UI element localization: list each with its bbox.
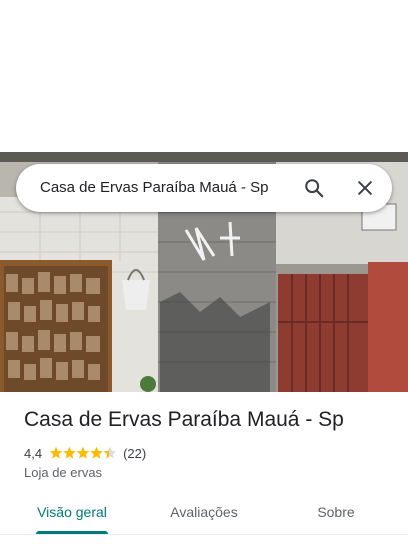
rating-value: 4,4: [24, 445, 43, 461]
rating-stars: [49, 446, 117, 460]
star-icon: [49, 446, 63, 459]
tabs-divider: [0, 534, 408, 535]
rating-row[interactable]: 4,4 (22): [24, 444, 146, 462]
star-icon: [63, 446, 76, 459]
place-tabs: Visão geral Avaliações Sobre: [0, 498, 408, 532]
review-count[interactable]: (22): [123, 446, 146, 461]
place-title: Casa de Ervas Paraíba Mauá - Sp: [24, 408, 344, 431]
search-bar[interactable]: Casa de Ervas Paraíba Mauá - Sp: [16, 164, 392, 212]
search-button[interactable]: [298, 172, 330, 204]
star-icon: [76, 446, 90, 459]
close-icon: [358, 181, 372, 195]
star-icon: [103, 446, 117, 459]
place-info-panel: Casa de Ervas Paraíba Mauá - Sp 4,4 (22)…: [0, 392, 408, 544]
tab-overview[interactable]: Visão geral: [24, 498, 120, 532]
search-icon: [305, 179, 324, 198]
place-category[interactable]: Loja de ervas: [24, 465, 102, 480]
tab-reviews[interactable]: Avaliações: [156, 498, 252, 532]
clear-search-button[interactable]: [349, 172, 381, 204]
map-blank-area: [0, 0, 408, 152]
tab-about[interactable]: Sobre: [292, 498, 380, 532]
star-icon: [90, 446, 103, 459]
search-query-text[interactable]: Casa de Ervas Paraíba Mauá - Sp: [40, 164, 280, 212]
